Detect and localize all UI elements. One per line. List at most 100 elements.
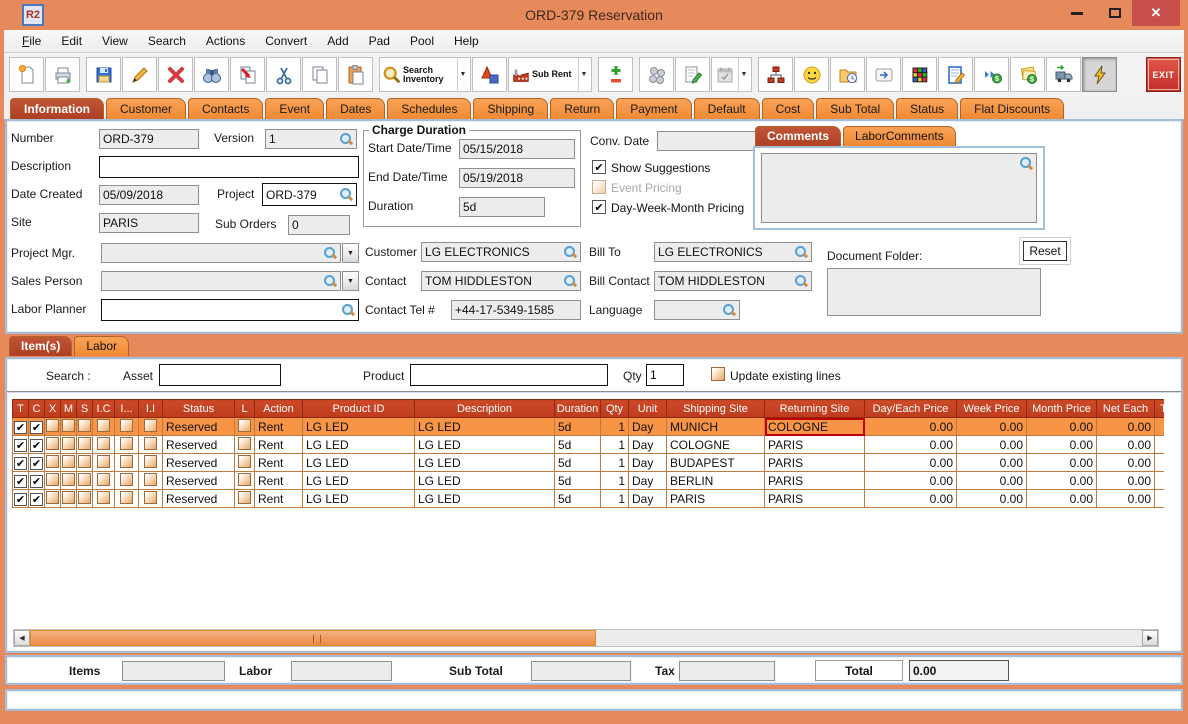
column-header-i-i[interactable]: I.I: [139, 400, 163, 418]
cell-status[interactable]: Reserved: [163, 490, 235, 508]
cell-action[interactable]: Rent: [255, 454, 303, 472]
paste-button[interactable]: [338, 57, 373, 92]
update-existing-lines-checkbox[interactable]: [711, 367, 725, 381]
tab-labor-comments[interactable]: LaborComments: [843, 126, 956, 146]
column-header-net-each[interactable]: Net Each: [1097, 400, 1155, 418]
cell-month-price[interactable]: 0.00: [1027, 454, 1097, 472]
row-checkbox-s[interactable]: [78, 437, 91, 450]
project-mgr-lookup-icon[interactable]: [324, 247, 337, 260]
column-header-product-id[interactable]: Product ID: [303, 400, 415, 418]
delete-button[interactable]: [158, 57, 193, 92]
column-header-tot[interactable]: Tot: [1155, 400, 1165, 418]
cell-tot[interactable]: [1155, 436, 1165, 454]
row-checkbox-i-c[interactable]: [97, 437, 110, 450]
labor-planner-lookup-icon[interactable]: [342, 304, 355, 317]
cell-qty[interactable]: 1: [601, 454, 629, 472]
cell-returning-site[interactable]: PARIS: [765, 472, 865, 490]
copy-button[interactable]: [302, 57, 337, 92]
cell-shipping-site[interactable]: PARIS: [667, 490, 765, 508]
column-header-t[interactable]: T: [13, 400, 29, 418]
row-checkbox-i-i[interactable]: [144, 437, 157, 450]
tab-payment[interactable]: Payment: [616, 98, 691, 119]
comments-lookup-icon[interactable]: [1020, 157, 1033, 170]
cell-unit[interactable]: Day: [629, 472, 667, 490]
cell-week-price[interactable]: 0.00: [957, 472, 1027, 490]
cell-status[interactable]: Reserved: [163, 418, 235, 436]
tab-return[interactable]: Return: [550, 98, 614, 119]
row-checkbox-x[interactable]: [46, 437, 59, 450]
row-checkbox-i-[interactable]: [120, 491, 133, 504]
cell-week-price[interactable]: 0.00: [957, 454, 1027, 472]
cell-product-id[interactable]: LG LED: [303, 418, 415, 436]
tab-flat-discounts[interactable]: Flat Discounts: [960, 98, 1064, 119]
tab-schedules[interactable]: Schedules: [387, 98, 471, 119]
minimize-button[interactable]: [1062, 0, 1092, 26]
row-checkbox-l[interactable]: [238, 455, 251, 468]
menu-view[interactable]: View: [92, 31, 138, 51]
cell-description[interactable]: LG LED: [415, 490, 555, 508]
project-field[interactable]: ORD-379: [262, 183, 357, 206]
cell-net-each[interactable]: 0.00: [1097, 472, 1155, 490]
bill-to-lookup-icon[interactable]: [795, 246, 808, 259]
table-row[interactable]: ReservedRentLG LEDLG LED5d1DayBUDAPESTPA…: [13, 454, 1165, 472]
qty-input[interactable]: [646, 364, 684, 386]
row-checkbox-t[interactable]: [14, 493, 27, 506]
project-mgr-dropdown[interactable]: ▼: [342, 243, 359, 263]
delivery-truck-button[interactable]: [1046, 57, 1081, 92]
description-input[interactable]: [99, 156, 359, 178]
billing-button[interactable]: $: [1010, 57, 1045, 92]
cell-duration[interactable]: 5d: [555, 436, 601, 454]
cell-shipping-site[interactable]: COLOGNE: [667, 436, 765, 454]
reset-button[interactable]: Reset: [1023, 241, 1067, 261]
row-checkbox-i-[interactable]: [120, 473, 133, 486]
cell-duration[interactable]: 5d: [555, 418, 601, 436]
column-header-duration[interactable]: Duration: [555, 400, 601, 418]
tab-status[interactable]: Status: [896, 98, 958, 119]
row-checkbox-x[interactable]: [46, 491, 59, 504]
calendar-dropdown[interactable]: ▼: [738, 58, 749, 91]
column-header-unit[interactable]: Unit: [629, 400, 667, 418]
cell-unit[interactable]: Day: [629, 436, 667, 454]
cell-day-each-price[interactable]: 0.00: [865, 454, 957, 472]
column-header-l[interactable]: L: [235, 400, 255, 418]
cell-month-price[interactable]: 0.00: [1027, 436, 1097, 454]
cell-net-each[interactable]: 0.00: [1097, 454, 1155, 472]
cell-returning-site[interactable]: PARIS: [765, 436, 865, 454]
cell-tot[interactable]: [1155, 490, 1165, 508]
pool-shapes-button[interactable]: [472, 57, 507, 92]
column-header-qty[interactable]: Qty: [601, 400, 629, 418]
cell-action[interactable]: Rent: [255, 472, 303, 490]
cell-action[interactable]: Rent: [255, 418, 303, 436]
cell-product-id[interactable]: LG LED: [303, 436, 415, 454]
menu-convert[interactable]: Convert: [255, 31, 317, 51]
cell-action[interactable]: Rent: [255, 490, 303, 508]
cell-returning-site[interactable]: PARIS: [765, 490, 865, 508]
menu-file[interactable]: File: [12, 31, 51, 51]
cell-duration[interactable]: 5d: [555, 490, 601, 508]
cell-qty[interactable]: 1: [601, 418, 629, 436]
row-checkbox-i-[interactable]: [120, 419, 133, 432]
history-folder-button[interactable]: [830, 57, 865, 92]
cell-product-id[interactable]: LG LED: [303, 490, 415, 508]
cell-day-each-price[interactable]: 0.00: [865, 418, 957, 436]
show-suggestions-checkbox[interactable]: [592, 160, 606, 174]
cell-description[interactable]: LG LED: [415, 454, 555, 472]
cell-net-each[interactable]: 0.00: [1097, 490, 1155, 508]
cell-month-price[interactable]: 0.00: [1027, 490, 1097, 508]
column-header-shipping-site[interactable]: Shipping Site: [667, 400, 765, 418]
cell-tot[interactable]: [1155, 454, 1165, 472]
tab-items[interactable]: Item(s): [9, 336, 72, 356]
column-header-returning-site[interactable]: Returning Site: [765, 400, 865, 418]
cell-returning-site[interactable]: COLOGNE: [765, 418, 865, 436]
row-checkbox-i-i[interactable]: [144, 455, 157, 468]
day-week-month-pricing-checkbox[interactable]: [592, 200, 606, 214]
menu-search[interactable]: Search: [138, 31, 196, 51]
cell-month-price[interactable]: 0.00: [1027, 472, 1097, 490]
contact-lookup-icon[interactable]: [564, 275, 577, 288]
cell-net-each[interactable]: 0.00: [1097, 436, 1155, 454]
cell-status[interactable]: Reserved: [163, 436, 235, 454]
cell-day-each-price[interactable]: 0.00: [865, 490, 957, 508]
row-checkbox-i-i[interactable]: [144, 473, 157, 486]
menu-edit[interactable]: Edit: [51, 31, 92, 51]
row-checkbox-i-c[interactable]: [97, 455, 110, 468]
